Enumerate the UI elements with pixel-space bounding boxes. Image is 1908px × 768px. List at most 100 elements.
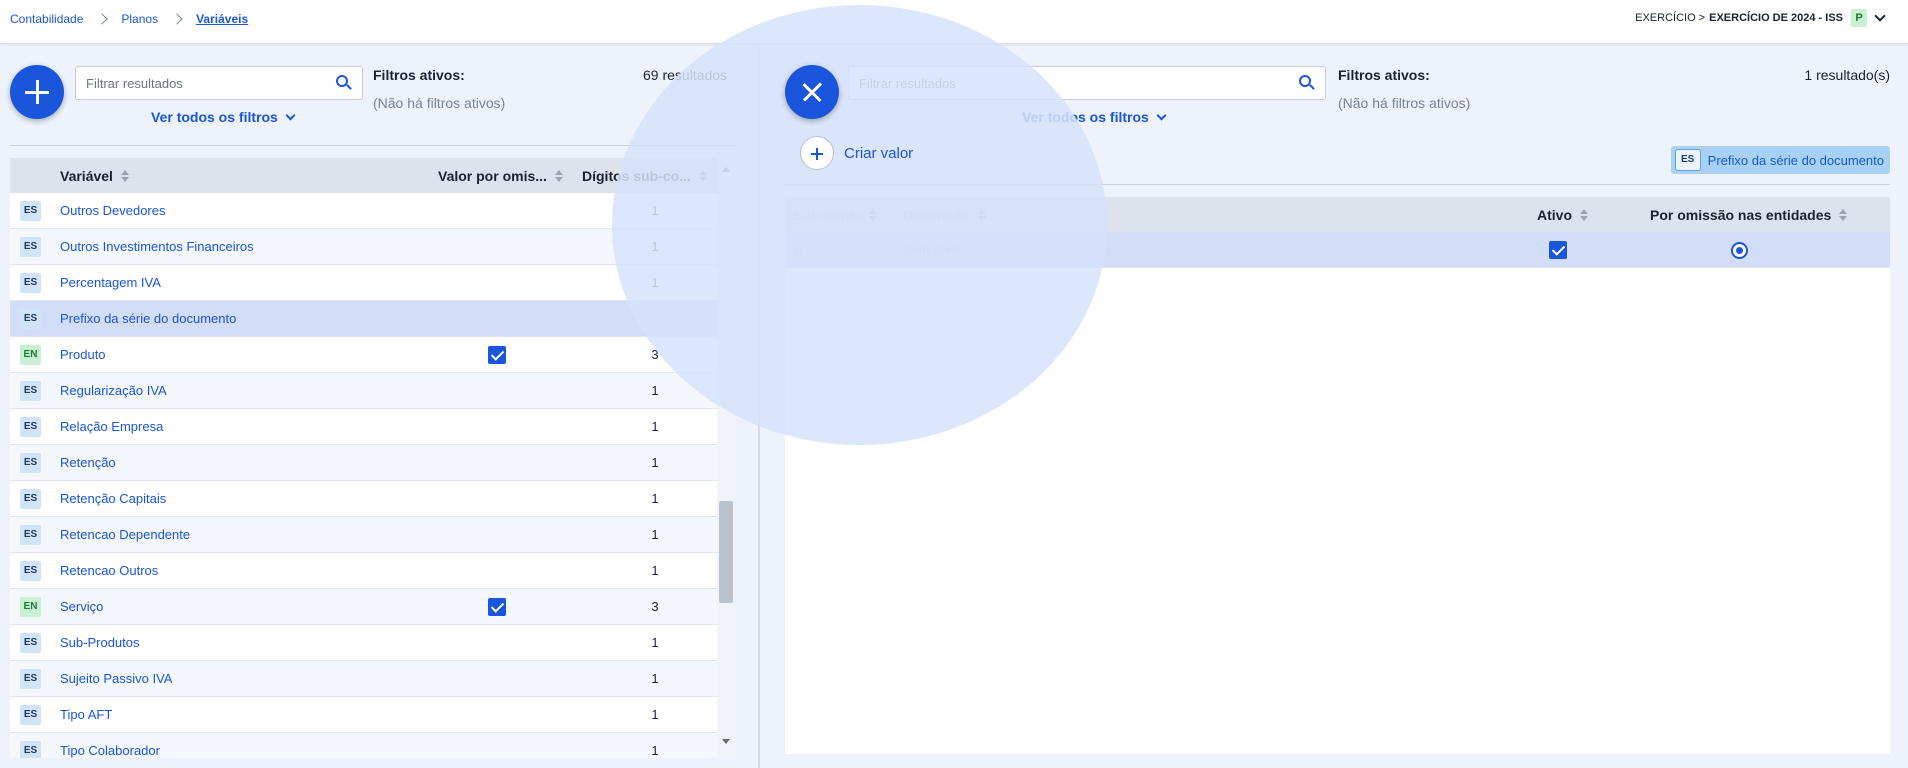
variable-name-link[interactable]: Retenção — [60, 455, 116, 470]
digits-value: 1 — [651, 527, 659, 542]
right-search-field[interactable] — [848, 66, 1326, 100]
variable-name-link[interactable]: Prefixo da série do documento — [60, 311, 236, 326]
default-entities-radio[interactable] — [1731, 242, 1748, 259]
type-badge: ES — [20, 381, 41, 401]
table-row[interactable]: ES Sujeito Passivo IVA 1 — [10, 661, 725, 697]
search-icon[interactable] — [1299, 75, 1315, 91]
table-row[interactable]: ES Outros Investimentos Financeiros 1 — [10, 229, 725, 265]
selected-variable-chip: ES Prefixo da série do documento — [1670, 146, 1890, 174]
right-search-input[interactable] — [849, 67, 1325, 99]
type-badge: EN — [20, 345, 41, 365]
column-default-value[interactable]: Valor por omis... — [438, 168, 563, 184]
close-button[interactable] — [785, 65, 839, 119]
search-icon[interactable] — [336, 75, 352, 91]
type-badge: ES — [20, 741, 41, 758]
table-row[interactable]: EN Produto 3 — [10, 337, 725, 373]
table-row[interactable]: EN Serviço 3 — [10, 589, 725, 625]
create-value-button[interactable]: Criar valor — [800, 136, 913, 170]
scroll-thumb[interactable] — [719, 501, 733, 603]
table-row[interactable]: ES Retencao Dependente 1 — [10, 517, 725, 553]
digits-value: 1 — [651, 635, 659, 650]
table-row[interactable]: 0 Sem série — [785, 232, 1890, 268]
sort-icon[interactable] — [554, 170, 563, 182]
sort-icon[interactable] — [1580, 209, 1588, 221]
digits-value: 1 — [651, 491, 659, 506]
table-row[interactable]: ES Retencao Outros 1 — [10, 553, 725, 589]
column-digits[interactable]: Dígitos sub-co... — [582, 168, 707, 184]
sort-icon[interactable] — [1839, 209, 1848, 221]
active-checkbox[interactable] — [1549, 241, 1567, 259]
digits-value: 1 — [651, 383, 659, 398]
variable-name-link[interactable]: Percentagem IVA — [60, 275, 161, 290]
scroll-up-icon[interactable] — [722, 167, 730, 172]
digits-value: 3 — [651, 347, 659, 362]
add-variable-button[interactable] — [10, 65, 64, 119]
variable-name-link[interactable]: Sub-Produtos — [60, 635, 140, 650]
column-variable-label: Variável — [60, 168, 113, 184]
digits-value: 1 — [651, 671, 659, 686]
column-active[interactable]: Ativo — [1537, 207, 1588, 223]
table-row[interactable]: ES Tipo Colaborador 1 — [10, 733, 725, 758]
table-row[interactable]: ES Percentagem IVA 1 — [10, 265, 725, 301]
table-row[interactable]: ES Relação Empresa 1 — [10, 409, 725, 445]
variable-name-link[interactable]: Retencao Dependente — [60, 527, 190, 542]
variable-name-link[interactable]: Produto — [60, 347, 106, 362]
variable-name-link[interactable]: Regularização IVA — [60, 383, 167, 398]
default-value-checkbox[interactable] — [488, 598, 506, 616]
table-row[interactable]: ES Tipo AFT 1 — [10, 697, 725, 733]
variable-name-link[interactable]: Relação Empresa — [60, 419, 163, 434]
type-badge: ES — [20, 237, 41, 257]
divider — [10, 145, 735, 146]
variable-name-link[interactable]: Tipo AFT — [60, 707, 112, 722]
table-row[interactable]: ES Sub-Produtos 1 — [10, 625, 725, 661]
left-search-input[interactable] — [76, 67, 362, 99]
column-subaccount-label: Sub-conta — [793, 207, 862, 223]
type-badge: ES — [20, 525, 41, 545]
exercise-selector[interactable]: EXERCÍCIO > EXERCÍCIO DE 2024 - ISS P — [1635, 9, 1886, 27]
chevron-down-icon[interactable] — [1874, 10, 1886, 22]
breadcrumb-contabilidade[interactable]: Contabilidade — [10, 12, 83, 26]
type-badge: EN — [20, 597, 41, 617]
variables-scrollbar[interactable] — [717, 158, 735, 758]
type-badge: ES — [20, 453, 41, 473]
variable-name-link[interactable]: Tipo Colaborador — [60, 743, 160, 758]
left-active-filters-title: Filtros ativos: — [373, 67, 465, 83]
variables-table: Variável Valor por omis... Dígitos sub-c… — [10, 158, 735, 758]
column-subaccount[interactable]: Sub-conta — [793, 207, 878, 223]
table-row[interactable]: ES Retenção Capitais 1 — [10, 481, 725, 517]
variable-name-link[interactable]: Retenção Capitais — [60, 491, 166, 506]
table-header: Sub-conta Descrição Ativo Por omissão na… — [785, 197, 1890, 232]
sort-icon[interactable] — [698, 170, 707, 182]
type-badge: ES — [20, 561, 41, 581]
variable-name-link[interactable]: Outros Devedores — [60, 203, 166, 218]
variable-name-link[interactable]: Serviço — [60, 599, 103, 614]
right-result-count: 1 resultado(s) — [1804, 67, 1890, 83]
left-view-all-filters-link[interactable]: Ver todos os filtros — [151, 109, 296, 125]
default-value-checkbox[interactable] — [488, 346, 506, 364]
sort-icon[interactable] — [120, 170, 129, 182]
sort-icon[interactable] — [977, 209, 986, 221]
scroll-down-icon[interactable] — [722, 739, 730, 744]
column-variable[interactable]: Variável — [60, 168, 129, 184]
column-default-entities[interactable]: Por omissão nas entidades — [1650, 207, 1848, 223]
panel-splitter[interactable] — [758, 46, 760, 768]
digits-value: 1 — [651, 419, 659, 434]
table-row[interactable]: ES Prefixo da série do documento — [10, 301, 725, 337]
variable-name-link[interactable]: Sujeito Passivo IVA — [60, 671, 172, 686]
breadcrumb-planos[interactable]: Planos — [121, 12, 158, 26]
digits-value: 1 — [651, 203, 659, 218]
breadcrumb-variaveis[interactable]: Variáveis — [196, 12, 248, 26]
row-subaccount: 0 — [795, 242, 803, 257]
variable-name-link[interactable]: Outros Investimentos Financeiros — [60, 239, 254, 254]
table-row[interactable]: ES Outros Devedores 1 — [10, 193, 725, 229]
type-badge: ES — [20, 489, 41, 509]
type-badge: ES — [20, 417, 41, 437]
digits-value: 1 — [651, 707, 659, 722]
table-row[interactable]: ES Regularização IVA 1 — [10, 373, 725, 409]
right-view-all-filters-link[interactable]: Ver todos os filtros — [1022, 109, 1167, 125]
left-search-field[interactable] — [75, 66, 363, 100]
table-row[interactable]: ES Retenção 1 — [10, 445, 725, 481]
sort-icon[interactable] — [869, 209, 878, 221]
column-description[interactable]: Descrição — [903, 207, 986, 223]
variable-name-link[interactable]: Retencao Outros — [60, 563, 158, 578]
